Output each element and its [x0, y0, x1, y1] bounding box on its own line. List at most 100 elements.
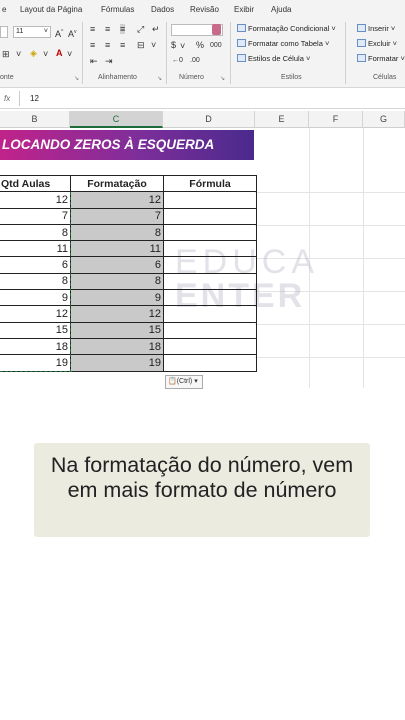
header-qtd-aulas[interactable]: Qtd Aulas — [0, 174, 71, 193]
cell-formula[interactable] — [163, 240, 257, 258]
cell-formatacao[interactable]: 19 — [70, 354, 164, 372]
cell-formatacao[interactable]: 8 — [70, 272, 164, 291]
borders-icon[interactable]: ⊞ — [2, 49, 10, 59]
align-left-icon[interactable]: ≡ — [90, 40, 95, 50]
percent-icon[interactable]: % — [196, 40, 204, 50]
group-label-cells: Células — [373, 74, 397, 81]
menu-review[interactable]: Revisão — [190, 5, 219, 14]
ribbon: 11 ˅ A^ Av ⊞ ˅ ◈ ˅ A ˅ onte ↘ ≡ ≡ ≡ ⤢ ↵ … — [0, 18, 405, 88]
table-row: 12 12 — [0, 305, 257, 323]
font-name-combo[interactable] — [0, 26, 8, 38]
decrease-decimal-icon[interactable]: .00 — [190, 56, 200, 66]
formula-bar-input[interactable]: 12 — [30, 94, 39, 103]
format-cells-button[interactable]: Formatar ˅ — [357, 54, 405, 63]
column-header-f[interactable]: F — [309, 111, 363, 128]
launcher-icon[interactable]: ↘ — [220, 75, 225, 82]
cell-formatacao[interactable]: 12 — [70, 191, 164, 209]
menu-home-partial[interactable]: e — [2, 5, 6, 14]
cell-qtd-aulas[interactable]: 15 — [0, 321, 71, 339]
launcher-icon[interactable]: ↘ — [157, 75, 162, 82]
cell-formatacao[interactable]: 12 — [70, 305, 164, 323]
cell-formula[interactable] — [163, 191, 257, 209]
chevron-down-icon: ˅ — [43, 28, 48, 35]
worksheet[interactable]: LOCANDO ZEROS À ESQUERDA EDUCA ENTER Qtd… — [0, 128, 405, 720]
column-header-b[interactable]: B — [0, 111, 70, 128]
format-as-table-button[interactable]: Formatar como Tabela ˅ — [237, 39, 329, 48]
decrease-font-icon[interactable]: Av — [68, 27, 77, 39]
chevron-down-icon[interactable]: ˅ — [16, 49, 21, 59]
table-icon — [237, 39, 246, 47]
cell-qtd-aulas[interactable]: 6 — [0, 256, 71, 274]
column-header-g[interactable]: G — [363, 111, 405, 128]
menu-formulas[interactable]: Fórmulas — [101, 5, 134, 14]
group-label-styles: Estilos — [281, 74, 302, 81]
cell-qtd-aulas[interactable]: 8 — [0, 223, 71, 242]
cell-formula[interactable] — [163, 321, 257, 339]
cell-qtd-aulas[interactable]: 19 — [0, 354, 71, 372]
cell-qtd-aulas[interactable]: 8 — [0, 272, 71, 291]
increase-indent-icon[interactable]: ⇥ — [105, 56, 113, 66]
font-size-combo[interactable]: 11 ˅ — [13, 26, 51, 38]
cell-formula[interactable] — [163, 256, 257, 274]
cell-formatacao[interactable]: 7 — [70, 207, 164, 225]
increase-font-icon[interactable]: A^ — [55, 27, 63, 39]
header-formatacao[interactable]: Formatação — [70, 174, 164, 193]
chevron-down-icon[interactable]: ˅ — [151, 40, 156, 50]
cell-qtd-aulas[interactable]: 18 — [0, 337, 71, 356]
increase-decimal-icon[interactable]: ←0 — [172, 56, 183, 66]
cell-formatacao[interactable]: 9 — [70, 289, 164, 307]
font-color-icon[interactable]: A — [56, 48, 63, 58]
align-middle-icon[interactable]: ≡ — [105, 24, 110, 34]
cell-formula[interactable] — [163, 207, 257, 225]
orientation-icon[interactable]: ⤢ — [137, 24, 144, 34]
cell-formula[interactable] — [163, 337, 257, 356]
chevron-down-icon[interactable]: ˅ — [180, 41, 185, 51]
format-as-table-label: Formatar como Tabela ˅ — [248, 39, 330, 48]
launcher-icon[interactable]: ↘ — [74, 75, 79, 82]
paste-options-button[interactable]: 📋(Ctrl) ▾ — [165, 375, 203, 389]
menu-page-layout[interactable]: Layout da Página — [20, 5, 82, 14]
align-top-icon[interactable]: ≡ — [90, 24, 95, 34]
thousands-separator-icon[interactable]: 000 — [210, 41, 222, 51]
number-format-combo[interactable] — [171, 24, 223, 36]
align-right-icon[interactable]: ≡ — [120, 40, 125, 50]
menu-view[interactable]: Exibir — [234, 5, 254, 14]
menu-data[interactable]: Dados — [151, 5, 174, 14]
wrap-text-icon[interactable]: ↵ — [152, 24, 160, 34]
align-center-icon[interactable]: ≡ — [105, 40, 110, 50]
conditional-formatting-button[interactable]: Formatação Condicional ˅ — [237, 24, 336, 33]
cell-formatacao[interactable]: 18 — [70, 337, 164, 356]
cell-qtd-aulas[interactable]: 7 — [0, 207, 71, 225]
cell-formula[interactable] — [163, 354, 257, 372]
chevron-down-icon[interactable]: ˅ — [43, 49, 48, 59]
fx-icon[interactable]: fx — [4, 94, 10, 103]
decrease-indent-icon[interactable]: ⇤ — [90, 56, 98, 66]
menu-help[interactable]: Ajuda — [271, 5, 291, 14]
cell-formatacao[interactable]: 11 — [70, 240, 164, 258]
fill-color-icon[interactable]: ◈ — [30, 48, 37, 58]
cell-formatacao[interactable]: 6 — [70, 256, 164, 274]
merge-center-icon[interactable]: ⊟ — [137, 40, 145, 50]
insert-cells-button[interactable]: Inserir ˅ — [357, 24, 395, 33]
header-formula[interactable]: Fórmula — [163, 174, 257, 193]
delete-cells-button[interactable]: Excluir ˅ — [357, 39, 397, 48]
cell-qtd-aulas[interactable]: 11 — [0, 240, 71, 258]
cell-formula[interactable] — [163, 272, 257, 291]
cell-styles-button[interactable]: Estilos de Célula ˅ — [237, 54, 310, 63]
cell-formula[interactable] — [163, 223, 257, 242]
cell-formula[interactable] — [163, 289, 257, 307]
cell-formatacao[interactable]: 15 — [70, 321, 164, 339]
column-header-e[interactable]: E — [255, 111, 309, 128]
column-header-d[interactable]: D — [163, 111, 255, 128]
chevron-down-icon[interactable]: ˅ — [67, 49, 72, 59]
cell-formula[interactable] — [163, 305, 257, 323]
currency-icon[interactable]: $ — [171, 40, 176, 50]
align-bottom-icon[interactable]: ≡ — [120, 24, 126, 34]
gridline — [255, 324, 405, 325]
cell-qtd-aulas[interactable]: 9 — [0, 289, 71, 307]
cell-formatacao[interactable]: 8 — [70, 223, 164, 242]
cell-qtd-aulas[interactable]: 12 — [0, 305, 71, 323]
cell-qtd-aulas[interactable]: 12 — [0, 191, 71, 209]
table-row: 99 — [0, 289, 257, 307]
column-header-c[interactable]: C — [70, 111, 163, 128]
